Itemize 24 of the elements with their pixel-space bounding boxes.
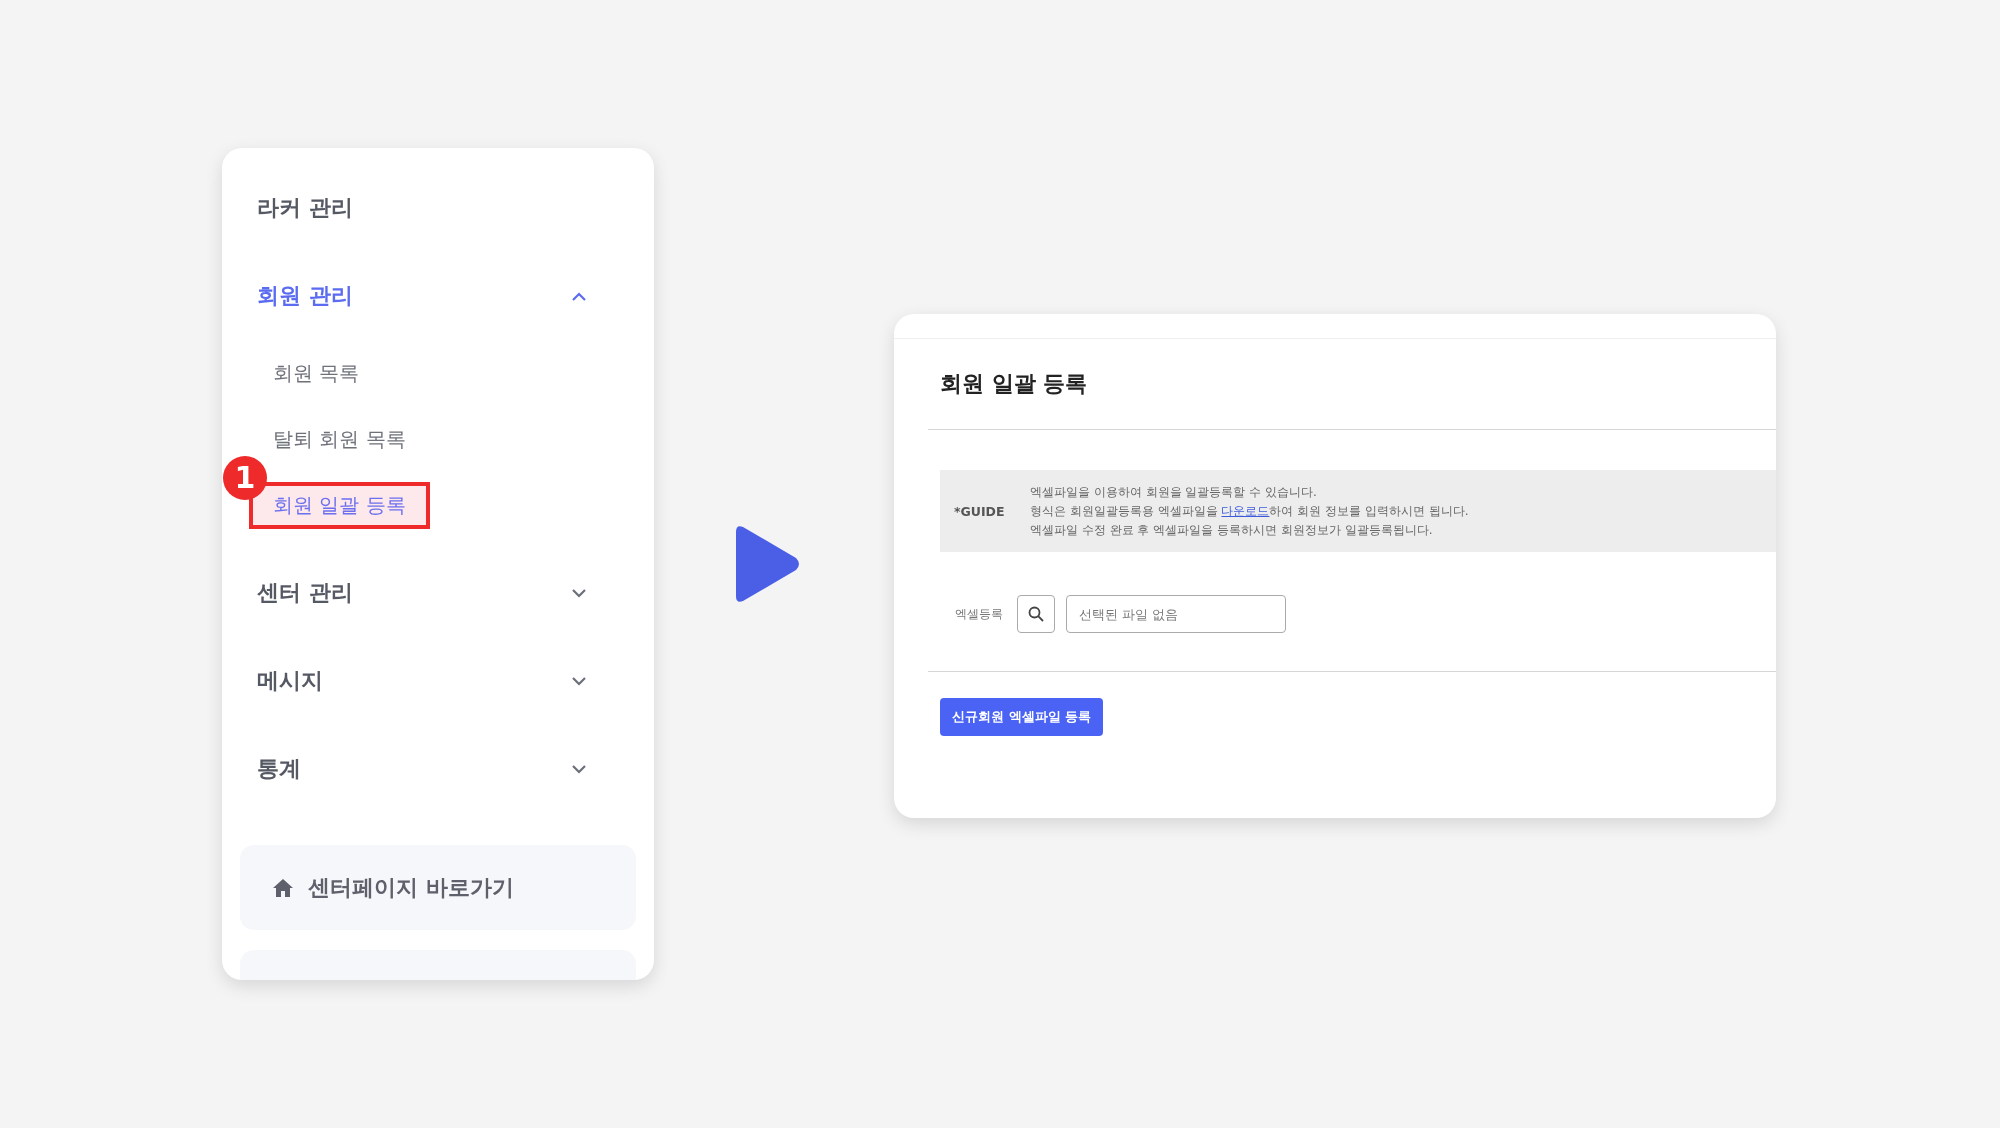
- sidebar-item[interactable]: 라커 관리: [240, 164, 636, 252]
- chevron-down-icon: [572, 588, 586, 598]
- guide-text: 형식은 회원일괄등록용 엑셀파일을 다운로드하여 회원 정보를 입력하시면 됩니다.: [1030, 503, 1469, 519]
- sidebar-item[interactable]: 통계: [240, 725, 636, 813]
- step-badge: 1: [223, 456, 267, 500]
- chevron-down-icon: [572, 676, 586, 686]
- home-icon: [272, 877, 294, 898]
- panel-title: 회원 일괄 등록: [940, 370, 1088, 398]
- chevron-down-icon: [572, 764, 586, 774]
- field-label: 엑셀등록: [955, 605, 1004, 623]
- guide-text: 엑셀파일 수정 완료 후 엑셀파일을 등록하시면 회원정보가 일괄등록됩니다.: [1030, 522, 1434, 538]
- search-button[interactable]: [1017, 595, 1055, 633]
- sidebar-item[interactable]: 회원 관리: [240, 252, 636, 340]
- guide-label: *GUIDE: [953, 503, 1006, 519]
- shortcut-button[interactable]: 센터페이지 바로가기: [240, 845, 636, 930]
- sidebar-subitem[interactable]: 회원 목록: [249, 349, 384, 397]
- search-icon: [1028, 606, 1044, 622]
- download-link[interactable]: 다운로드: [1221, 504, 1270, 518]
- guide-text: 엑셀파일을 이용하여 회원을 일괄등록할 수 있습니다.: [1030, 484, 1318, 500]
- sidebar-item[interactable]: 센터 관리: [240, 549, 636, 637]
- file-field[interactable]: 선택된 파일 없음: [1066, 595, 1286, 633]
- sidebar-item[interactable]: 메시지: [240, 637, 636, 725]
- upload-button[interactable]: 신규회원 엑셀파일 등록: [940, 698, 1104, 736]
- chevron-up-icon: [572, 291, 586, 301]
